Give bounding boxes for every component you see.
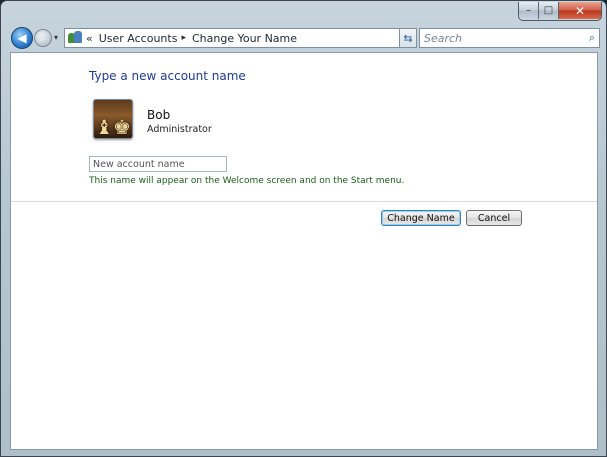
- change-name-window: – □ ✕ ◀ ▶ ▾ « User Accounts ▸ Change You…: [0, 0, 607, 457]
- search-placeholder: Search: [424, 31, 463, 45]
- navigation-bar: ◀ ▶ ▾ « User Accounts ▸ Change Your Name…: [9, 25, 600, 53]
- search-icon[interactable]: ⌕: [589, 31, 595, 45]
- refresh-button[interactable]: ⇆: [399, 28, 417, 48]
- caption-buttons: – □ ✕: [518, 2, 602, 21]
- breadcrumb-change-your-name[interactable]: Change Your Name: [192, 32, 297, 45]
- minimize-button[interactable]: –: [519, 2, 539, 19]
- chess-pieces-icon: ♝♚: [95, 115, 131, 139]
- divider: [11, 201, 597, 202]
- breadcrumb-separator-icon[interactable]: ▸: [181, 33, 186, 43]
- recent-pages-dropdown[interactable]: ▾: [54, 33, 58, 42]
- cancel-button[interactable]: Cancel: [466, 210, 522, 226]
- maximize-button[interactable]: □: [539, 2, 559, 19]
- forward-button[interactable]: ▶: [34, 29, 52, 47]
- page-title: Type a new account name: [89, 69, 246, 83]
- new-account-name-input[interactable]: [89, 156, 227, 172]
- back-arrow-icon: ◀: [17, 31, 27, 45]
- avatar: ♝♚: [93, 99, 133, 139]
- name-usage-hint: This name will appear on the Welcome scr…: [89, 176, 405, 186]
- forward-arrow-icon: ▶: [39, 32, 47, 44]
- account-type: Administrator: [147, 124, 212, 135]
- content-pane: Type a new account name ♝♚ Bob Administr…: [10, 52, 598, 450]
- close-button[interactable]: ✕: [559, 2, 601, 19]
- search-box[interactable]: Search ⌕: [419, 28, 600, 48]
- window-bottom-border: [1, 448, 606, 456]
- breadcrumb-overflow[interactable]: «: [86, 32, 93, 45]
- breadcrumb-user-accounts[interactable]: User Accounts: [99, 32, 178, 45]
- user-accounts-icon: [68, 31, 82, 45]
- back-button[interactable]: ◀: [11, 27, 33, 49]
- change-name-button[interactable]: Change Name: [381, 210, 461, 226]
- account-name: Bob: [147, 108, 171, 122]
- refresh-icon: ⇆: [403, 31, 413, 45]
- address-bar[interactable]: « User Accounts ▸ Change Your Name ▾: [64, 28, 417, 48]
